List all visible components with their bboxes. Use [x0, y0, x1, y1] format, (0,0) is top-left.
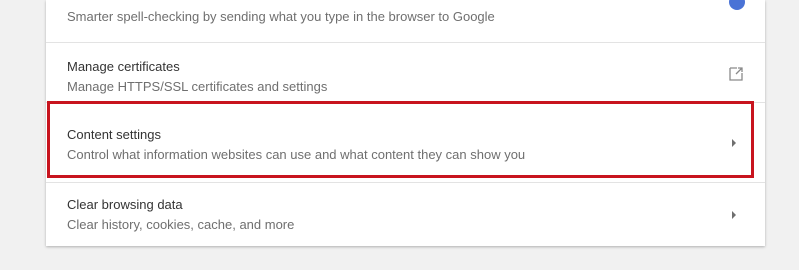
clear-browsing-data-title: Clear browsing data [67, 197, 183, 212]
settings-card: Smarter spell-checking by sending what y… [46, 0, 765, 246]
content-settings-description: Control what information websites can us… [67, 147, 526, 162]
open-in-new-icon[interactable] [729, 67, 743, 81]
content-settings-title: Content settings [67, 127, 161, 142]
settings-row-manage-certificates[interactable]: Manage certificates Manage HTTPS/SSL cer… [46, 42, 765, 102]
settings-row-content-settings[interactable]: Content settings Control what informatio… [46, 102, 765, 182]
settings-row-spell-check[interactable]: Smarter spell-checking by sending what y… [46, 0, 765, 42]
manage-certificates-title: Manage certificates [67, 59, 180, 74]
spell-check-description: Smarter spell-checking by sending what y… [67, 9, 495, 24]
manage-certificates-description: Manage HTTPS/SSL certificates and settin… [67, 79, 328, 94]
settings-row-clear-browsing-data[interactable]: Clear browsing data Clear history, cooki… [46, 182, 765, 246]
clear-browsing-data-description: Clear history, cookies, cache, and more [67, 217, 295, 232]
chevron-right-icon[interactable] [731, 211, 737, 219]
chevron-right-icon[interactable] [731, 139, 737, 147]
